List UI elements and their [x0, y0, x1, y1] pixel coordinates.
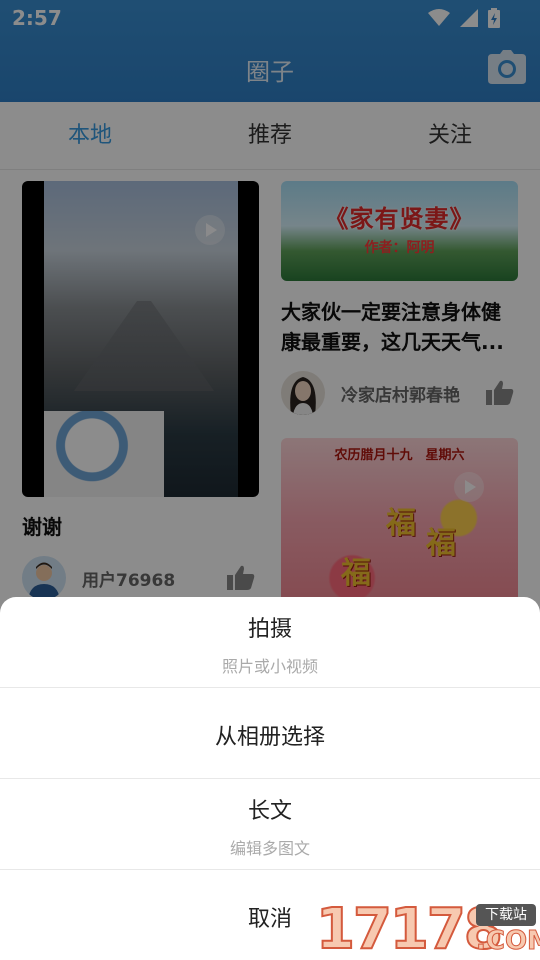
divider [0, 687, 540, 688]
shoot-label: 拍摄 [247, 617, 292, 642]
shoot-sublabel: 照片或小视频 [221, 657, 318, 676]
album-option[interactable]: 从相册选择 [0, 719, 540, 751]
watermark-number: 17178 [315, 897, 504, 960]
shoot-option[interactable]: 拍摄 照片或小视频 [0, 611, 540, 677]
divider [0, 778, 540, 779]
article-option[interactable]: 长文 编辑多图文 [0, 793, 540, 859]
watermark-suffix: .COM [476, 926, 540, 957]
watermark-badge: 下载站 [476, 904, 536, 926]
article-sublabel: 编辑多图文 [229, 839, 310, 858]
album-label: 从相册选择 [214, 725, 325, 750]
watermark-logo: 17178 下载站 .COM [315, 897, 540, 960]
divider [0, 869, 540, 870]
article-label: 长文 [247, 799, 292, 824]
